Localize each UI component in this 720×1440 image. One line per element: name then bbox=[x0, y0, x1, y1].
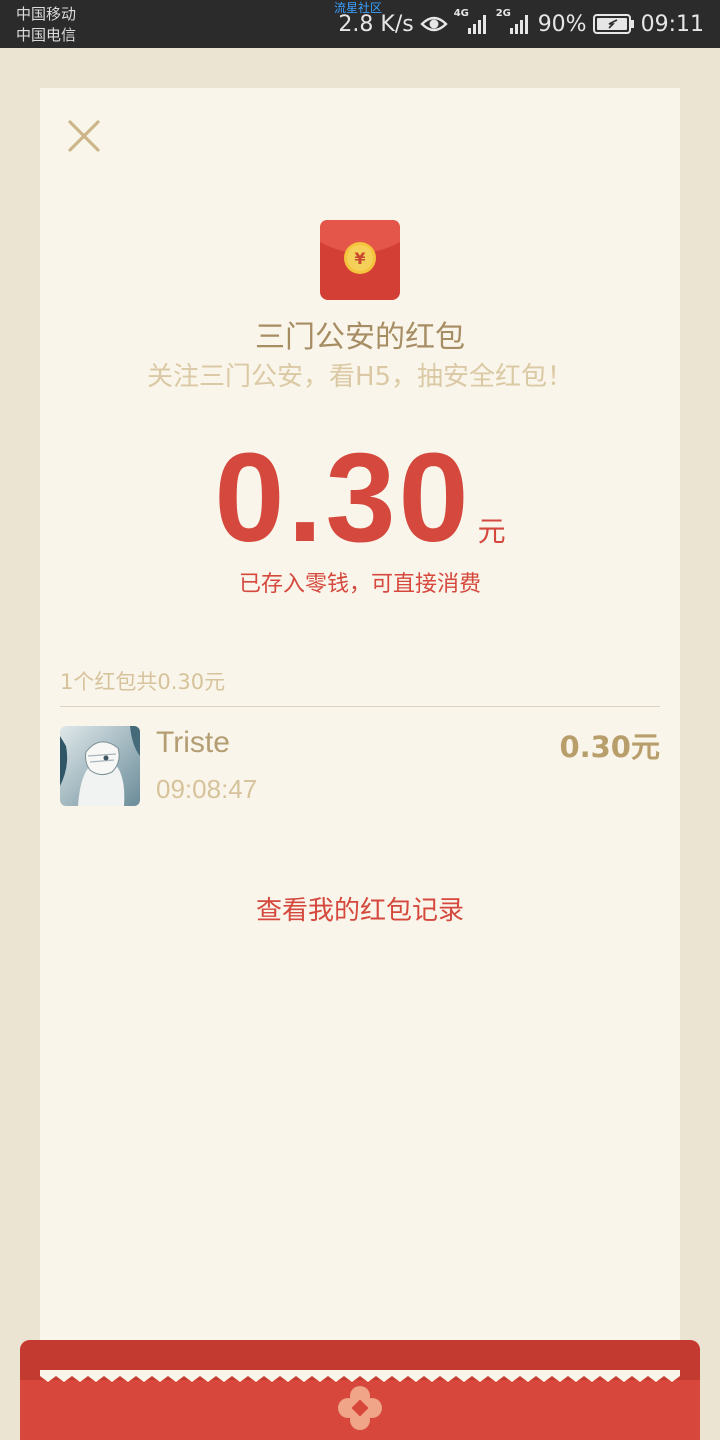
record-time: 09:08:47 bbox=[156, 774, 258, 804]
record-amount: 0.30元 bbox=[559, 730, 660, 764]
divider bbox=[60, 706, 660, 707]
status-icons: 2.8 K/s 4G 2G 90% 09:11 bbox=[338, 8, 704, 38]
saved-to-wallet-note: 已存入零钱，可直接消费 bbox=[238, 572, 481, 597]
red-envelope-detail-card: ¥ 三门公安的红包 关注三门公安，看H5，抽安全红包！ 0.30 元 已存入零钱，… bbox=[40, 88, 680, 1378]
clock: 09:11 bbox=[640, 11, 704, 37]
blessing-message: 关注三门公安，看H5，抽安全红包！ bbox=[146, 362, 574, 392]
eye-icon bbox=[419, 14, 448, 34]
battery-percent: 90% bbox=[537, 11, 587, 37]
list-item[interactable]: Triste 09:08:47 0.30元 bbox=[60, 726, 660, 810]
red-envelope-icon: ¥ bbox=[320, 220, 400, 300]
zigzag-edge bbox=[40, 1370, 680, 1382]
net-speed: 2.8 K/s bbox=[338, 11, 414, 37]
amount-display: 0.30 元 bbox=[40, 433, 680, 563]
svg-text:¥: ¥ bbox=[354, 249, 365, 268]
carrier-primary: 中国移动 bbox=[16, 5, 77, 23]
signal-2g-icon: 2G bbox=[496, 8, 532, 36]
amount-value: 0.30 bbox=[214, 427, 472, 568]
signal-4g-icon: 4G bbox=[454, 8, 490, 36]
carrier-secondary: 中国电信 bbox=[16, 26, 77, 44]
view-history-link[interactable]: 查看我的红包记录 bbox=[40, 890, 680, 927]
battery-icon bbox=[592, 13, 635, 35]
sender-title: 三门公安的红包 bbox=[255, 320, 465, 355]
close-icon bbox=[68, 120, 100, 152]
close-button[interactable] bbox=[66, 118, 102, 154]
records-summary: 1个红包共0.30元 bbox=[60, 670, 226, 694]
status-bar: 中国移动 中国电信 流星社区 2.8 K/s 4G 2G 90% 09:11 bbox=[0, 0, 720, 48]
record-name: Triste bbox=[156, 726, 230, 759]
avatar bbox=[60, 726, 140, 806]
amount-unit: 元 bbox=[477, 515, 506, 548]
flower-emblem-icon bbox=[338, 1386, 382, 1430]
